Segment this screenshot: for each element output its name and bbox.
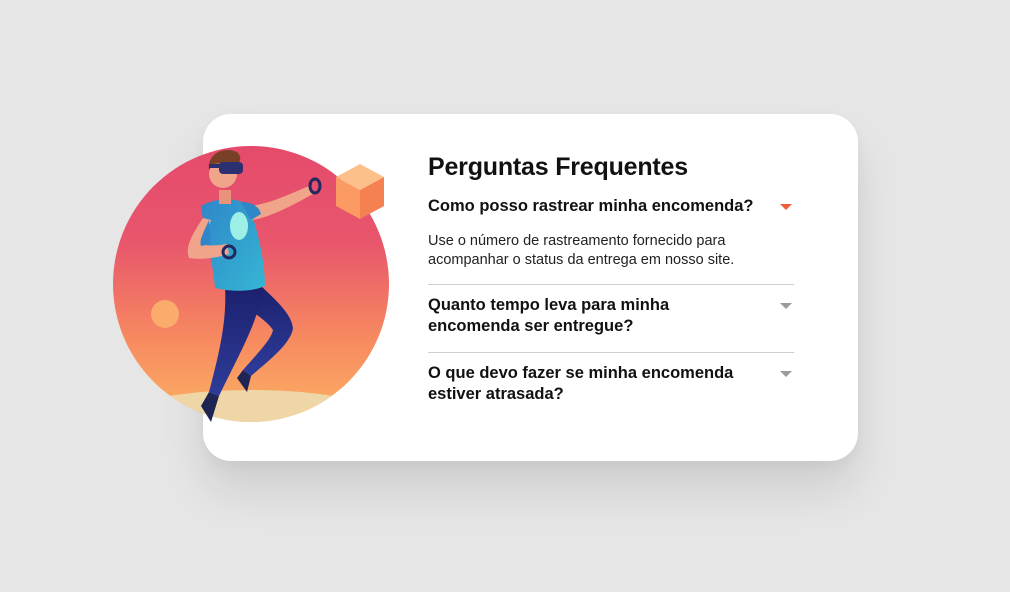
faq-item: Como posso rastrear minha encomenda? Use… xyxy=(428,196,794,285)
faq-title: Perguntas Frequentes xyxy=(428,153,688,181)
faq-item: O que devo fazer se minha encomenda esti… xyxy=(428,353,794,405)
caret-down-icon[interactable] xyxy=(780,371,792,377)
faq-answer: Use o número de rastreamento fornecido p… xyxy=(428,233,735,268)
vr-headset-icon xyxy=(219,162,243,174)
faq-item: Quanto tempo leva para minha encomenda s… xyxy=(428,285,794,353)
faq-question-toggle[interactable]: O que devo fazer se minha encomenda esti… xyxy=(428,363,794,405)
faq-question-toggle[interactable]: Quanto tempo leva para minha encomenda s… xyxy=(428,295,794,337)
faq-question: Quanto tempo leva para minha encomenda s… xyxy=(428,296,670,335)
shirt-emblem xyxy=(230,212,248,240)
caret-down-icon[interactable] xyxy=(780,204,792,210)
floating-ball xyxy=(151,300,179,328)
faq-question-toggle[interactable]: Como posso rastrear minha encomenda? xyxy=(428,196,794,217)
caret-down-icon[interactable] xyxy=(780,303,792,309)
faq-question: Como posso rastrear minha encomenda? xyxy=(428,197,754,215)
neck xyxy=(219,190,231,204)
ground xyxy=(113,390,389,422)
faq-section: Perguntas Frequentes Como posso rastrear… xyxy=(428,152,794,405)
faq-question: O que devo fazer se minha encomenda esti… xyxy=(428,364,734,403)
vr-person-illustration xyxy=(113,146,389,422)
